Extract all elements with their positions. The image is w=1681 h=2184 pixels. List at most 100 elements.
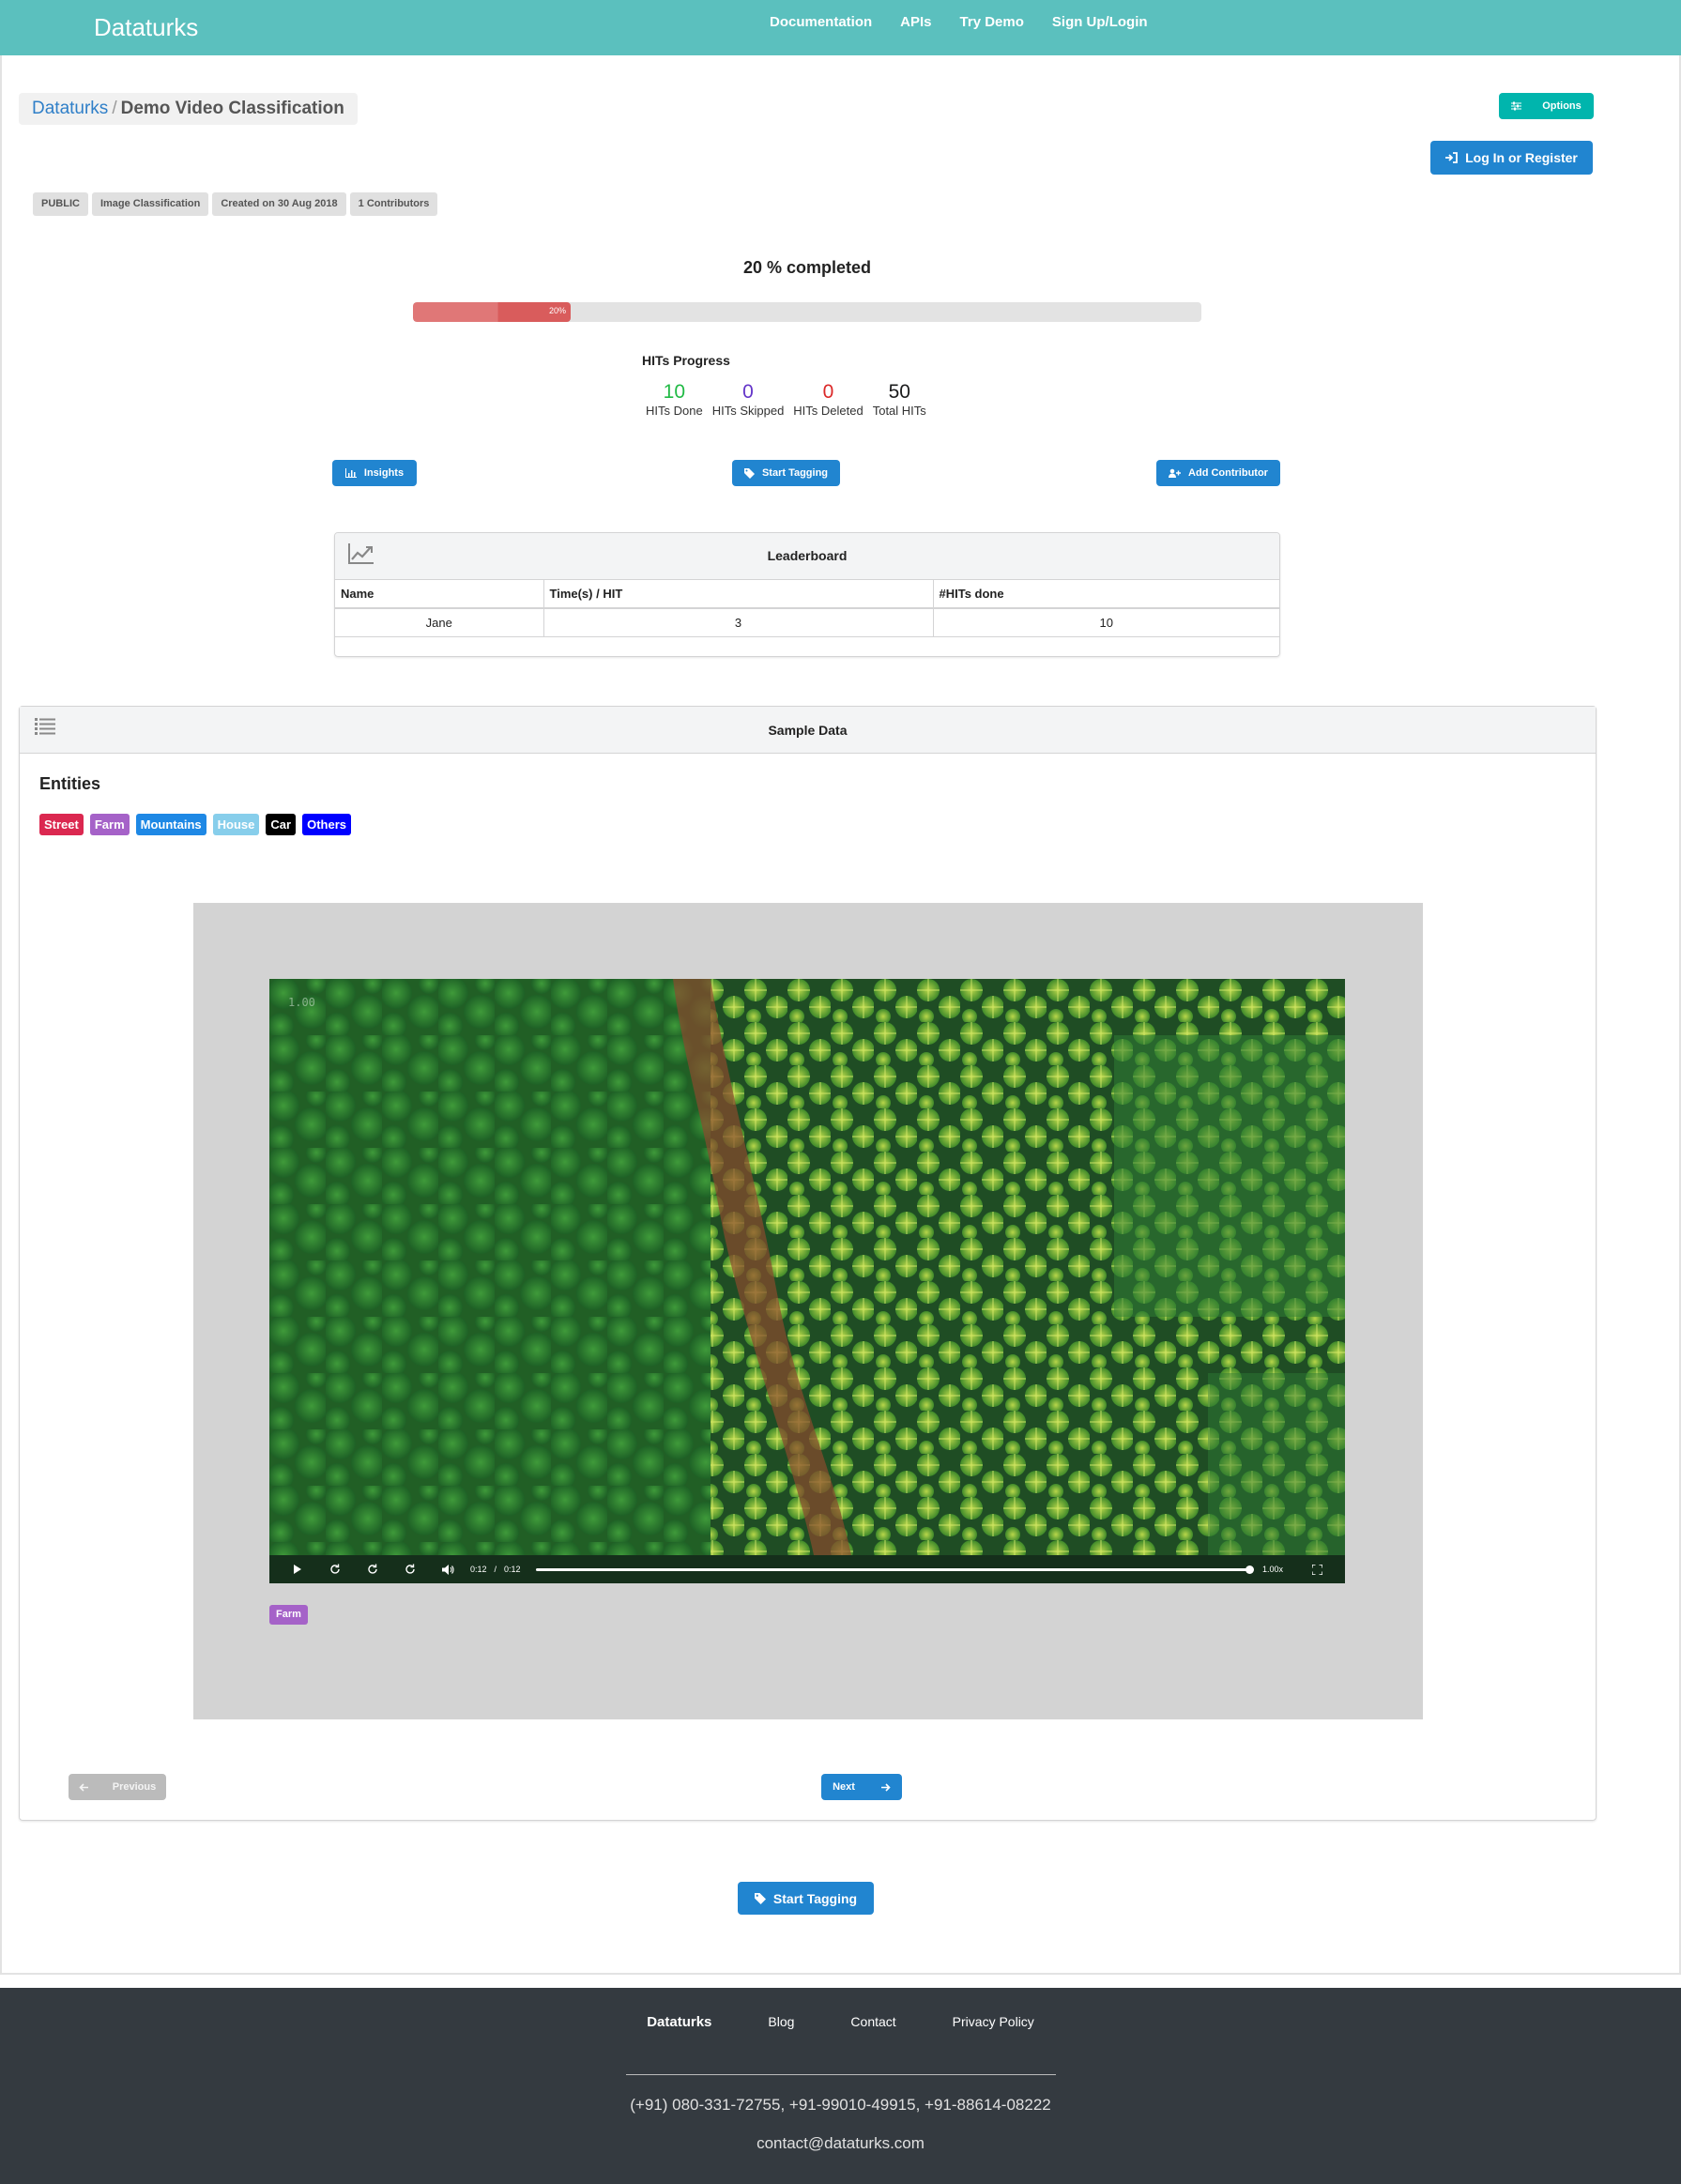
previous-button[interactable]: Previous [69, 1774, 166, 1800]
start-tagging-bottom-label: Start Tagging [772, 1890, 858, 1906]
start-tagging-label: Start Tagging [761, 467, 829, 479]
footer-link-privacy[interactable]: Privacy Policy [953, 2014, 1034, 2030]
stat-hits-deleted: 0 HITs Deleted [793, 381, 863, 418]
current-time: 0:12 [470, 1565, 487, 1574]
video-area: 1.00 0:12 / 0:12 1.00x Farm [193, 903, 1423, 1719]
fullscreen-button[interactable] [1298, 1555, 1336, 1583]
entity-tags: Street Farm Mountains House Car Others [39, 814, 351, 835]
assigned-label-tag: Farm [269, 1605, 308, 1625]
footer: Dataturks Blog Contact Privacy Policy (+… [0, 1988, 1681, 2184]
column-header-time[interactable]: Time(s) / HIT [543, 580, 934, 609]
top-navbar: Dataturks Documentation APIs Try Demo Si… [0, 0, 1681, 55]
sample-data-card: Sample Data Entities Street Farm Mountai… [19, 706, 1597, 1821]
start-tagging-bottom-button[interactable]: Start Tagging [738, 1882, 874, 1915]
hits-progress-title: HITs Progress [642, 353, 730, 368]
label-contributors: 1 Contributors [349, 192, 438, 216]
stat-hits-skipped: 0 HITs Skipped [712, 381, 785, 418]
playback-speed-overlay: 1.00 [288, 996, 315, 1009]
previous-button-label: Previous [112, 1781, 157, 1793]
footer-brand[interactable]: Dataturks [647, 2014, 711, 2030]
entities-heading: Entities [39, 774, 101, 793]
progress-bar-label: 20% [548, 306, 566, 315]
nav-apis[interactable]: APIs [900, 14, 931, 30]
playback-rate[interactable]: 1.00x [1262, 1565, 1283, 1574]
breadcrumb-root-link[interactable]: Dataturks [32, 99, 108, 119]
page-title: Demo Video Classification [120, 99, 344, 118]
volume-icon [441, 1564, 454, 1575]
entity-tag-mountains[interactable]: Mountains [135, 814, 206, 835]
insights-button-label: Insights [363, 467, 405, 479]
next-button-label: Next [833, 1781, 855, 1793]
nav-try-demo[interactable]: Try Demo [960, 14, 1024, 30]
insights-button[interactable]: Insights [332, 460, 417, 486]
volume-button[interactable] [429, 1555, 466, 1583]
completion-text: 20 % completed [742, 258, 872, 277]
leaderboard-table: Name Time(s) / HIT #HITs done Jane 3 10 [335, 580, 1279, 637]
skip-back-button[interactable] [354, 1555, 391, 1583]
footer-phone: (+91) 080-331-72755, +91-99010-49915, +9… [630, 2096, 1051, 2114]
video-controls: 0:12 / 0:12 1.00x [269, 1555, 1345, 1583]
sample-data-header: Sample Data [20, 707, 1596, 754]
entity-tag-others[interactable]: Others [302, 814, 351, 835]
aerial-forest-frame [269, 979, 1345, 1555]
footer-divider [626, 2074, 1056, 2075]
sliders-icon [1511, 101, 1522, 111]
add-user-icon [1169, 468, 1182, 478]
breadcrumb: Dataturks / Demo Video Classification [19, 93, 358, 125]
time-separator: / [494, 1565, 497, 1574]
nav-signup-login[interactable]: Sign Up/Login [1052, 14, 1148, 30]
stat-value: 0 [742, 381, 754, 403]
cell-time: 3 [543, 608, 934, 637]
duration: 0:12 [504, 1565, 521, 1574]
tag-icon [743, 467, 755, 479]
bar-chart-icon [344, 468, 357, 478]
footer-link-contact[interactable]: Contact [850, 2014, 895, 2030]
login-register-button[interactable]: Log In or Register [1430, 141, 1593, 175]
skip-forward-button[interactable] [391, 1555, 429, 1583]
project-labels: PUBLIC Image Classification Created on 3… [33, 192, 438, 216]
entity-tag-house[interactable]: House [212, 814, 260, 835]
hits-stats: 10 HITs Done 0 HITs Skipped 0 HITs Delet… [646, 381, 926, 418]
replay-button[interactable] [316, 1555, 354, 1583]
add-contributor-button[interactable]: Add Contributor [1156, 460, 1280, 486]
next-button[interactable]: Next [821, 1774, 902, 1800]
footer-email[interactable]: contact@dataturks.com [0, 2134, 1681, 2153]
add-contributor-label: Add Contributor [1188, 467, 1268, 479]
leaderboard-card: Leaderboard Name Time(s) / HIT #HITs don… [334, 532, 1280, 657]
breadcrumb-separator: / [112, 99, 117, 118]
cell-name: Jane [335, 608, 544, 637]
entity-tag-street[interactable]: Street [39, 814, 84, 835]
stat-hits-done: 10 HITs Done [646, 381, 703, 418]
cell-hits-done: 10 [933, 608, 1279, 637]
rewind-icon [368, 1564, 377, 1574]
stat-total-hits: 50 Total HITs [873, 381, 926, 418]
stat-label: HITs Done [646, 404, 703, 418]
seek-bar[interactable] [535, 1565, 1255, 1574]
top-nav: Documentation APIs Try Demo Sign Up/Logi… [770, 14, 1148, 30]
column-header-hits-done[interactable]: #HITs done [933, 580, 1279, 609]
brand-logo[interactable]: Dataturks [94, 13, 198, 42]
nav-documentation[interactable]: Documentation [770, 14, 872, 30]
table-row: Jane 3 10 [335, 608, 1279, 637]
stat-value: 0 [822, 381, 834, 403]
stat-label: HITs Skipped [711, 404, 785, 418]
entity-tag-farm[interactable]: Farm [89, 814, 130, 835]
login-button-label: Log In or Register [1465, 150, 1578, 165]
progress-bar-fill: 20% [413, 302, 571, 322]
leaderboard-header: Leaderboard [335, 533, 1279, 580]
table-header-row: Name Time(s) / HIT #HITs done [335, 580, 1279, 609]
options-button[interactable]: Options [1499, 93, 1594, 119]
start-tagging-button[interactable]: Start Tagging [732, 460, 840, 486]
fullscreen-icon [1311, 1564, 1322, 1575]
leaderboard-title: Leaderboard [767, 548, 848, 563]
sample-data-title: Sample Data [768, 723, 848, 738]
play-button[interactable] [279, 1555, 316, 1583]
stat-value: 10 [663, 381, 686, 403]
options-button-label: Options [1542, 100, 1582, 112]
column-header-name[interactable]: Name [335, 580, 544, 609]
video-player[interactable]: 1.00 0:12 / 0:12 1.00x [269, 979, 1345, 1583]
label-visibility: PUBLIC [33, 192, 88, 216]
footer-link-blog[interactable]: Blog [768, 2014, 794, 2030]
label-created-date: Created on 30 Aug 2018 [212, 192, 346, 216]
entity-tag-car[interactable]: Car [266, 814, 297, 835]
